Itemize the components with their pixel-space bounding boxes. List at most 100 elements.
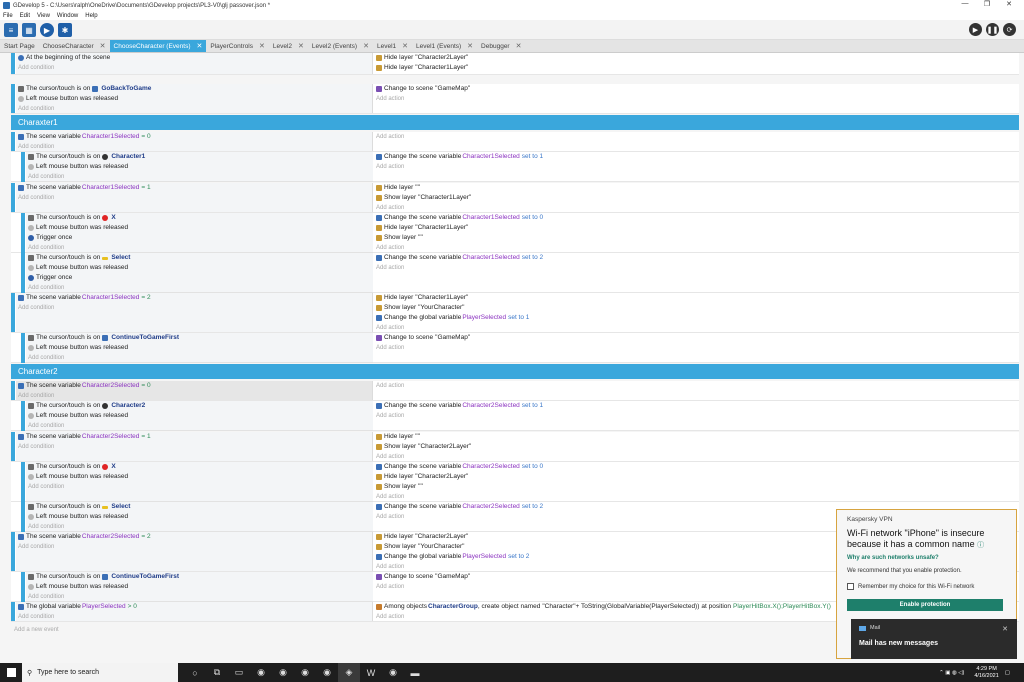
maximize-button[interactable]: ❐ xyxy=(976,0,998,8)
tab-start-page[interactable]: Start Page xyxy=(0,40,39,52)
event-row[interactable]: The scene variable Character2Selected = 1 … xyxy=(11,432,1019,462)
condition[interactable]: Left mouse button was released xyxy=(26,162,373,172)
scene-editor-icon[interactable]: ▦ xyxy=(22,23,36,37)
sub-event-row[interactable]: The cursor/touch is on X Left mouse butto… xyxy=(11,462,1019,502)
tab-playercontrols[interactable]: PlayerControls ✕ xyxy=(206,40,269,52)
event-row[interactable]: The scene variable Character1Selected = 1 … xyxy=(11,183,1019,213)
condition[interactable]: Trigger once xyxy=(26,233,373,243)
close-icon[interactable]: ✕ xyxy=(100,42,106,50)
condition[interactable]: The global variable PlayerSelected > 0 xyxy=(16,602,372,612)
action[interactable]: Change the scene variable Character2Selec… xyxy=(374,462,1019,472)
add-condition[interactable]: Add condition xyxy=(16,542,372,552)
condition[interactable]: The cursor/touch is on ContinueToGameFirs… xyxy=(26,333,373,343)
cortana-icon[interactable]: ○ xyxy=(184,663,206,682)
action[interactable]: Change to scene "GameMap" xyxy=(374,84,1019,94)
add-action[interactable]: Add action xyxy=(374,343,1019,353)
sub-event-row[interactable]: The cursor/touch is on ContinueToGameFirs… xyxy=(11,333,1019,363)
action[interactable]: Change the global variable PlayerSelected… xyxy=(374,313,1019,323)
add-condition[interactable]: Add condition xyxy=(16,442,372,452)
add-action[interactable]: Add action xyxy=(374,132,1019,142)
hot-reload-icon[interactable]: ⟳ xyxy=(1003,23,1016,36)
condition[interactable]: Left mouse button was released xyxy=(26,263,373,273)
checkbox-box[interactable] xyxy=(847,583,854,590)
file-explorer-icon[interactable]: ▭ xyxy=(228,663,250,682)
condition[interactable]: The scene variable Character2Selected = 2 xyxy=(16,532,372,542)
action[interactable]: Change the scene variable Character1Selec… xyxy=(374,213,1019,223)
project-manager-icon[interactable]: ≡ xyxy=(4,23,18,37)
close-button[interactable]: ✕ xyxy=(998,0,1020,8)
action[interactable]: Hide layer "" xyxy=(374,432,1019,442)
menu-window[interactable]: Window xyxy=(57,13,78,19)
add-condition[interactable]: Add condition xyxy=(16,63,372,73)
add-condition[interactable]: Add condition xyxy=(26,522,373,532)
add-condition[interactable]: Add condition xyxy=(26,172,373,182)
condition[interactable]: Left mouse button was released xyxy=(26,411,373,421)
action[interactable]: Show layer "Character2Layer" xyxy=(374,442,1019,452)
sub-event-row[interactable]: The cursor/touch is on X Left mouse butto… xyxy=(11,213,1019,253)
condition[interactable]: The cursor/touch is on X xyxy=(26,462,373,472)
action[interactable]: Show layer "YourCharacter" xyxy=(374,303,1019,313)
minimize-button[interactable]: — xyxy=(954,0,976,8)
enable-protection-button[interactable]: Enable protection xyxy=(847,599,1003,611)
close-icon[interactable]: ✕ xyxy=(259,42,265,50)
terminal-icon[interactable]: ▬ xyxy=(404,663,426,682)
tab-level2-events[interactable]: Level2 (Events) ✕ xyxy=(308,40,373,52)
close-icon[interactable]: ✕ xyxy=(363,42,369,50)
condition[interactable]: Left mouse button was released xyxy=(26,343,373,353)
condition[interactable]: The scene variable Character1Selected = 2 xyxy=(16,293,372,303)
close-icon[interactable]: ✕ xyxy=(467,42,473,50)
tab-level1-events[interactable]: Level1 (Events) ✕ xyxy=(412,40,477,52)
condition[interactable]: Trigger once xyxy=(26,273,373,283)
close-icon[interactable]: ✕ xyxy=(298,42,304,50)
condition[interactable]: Left mouse button was released xyxy=(26,223,373,233)
word-icon[interactable]: W xyxy=(360,663,382,682)
add-action[interactable]: Add action xyxy=(374,323,1019,333)
condition[interactable]: The cursor/touch is on Select xyxy=(26,253,373,263)
action[interactable]: Change the scene variable Character2Selec… xyxy=(374,401,1019,411)
add-action[interactable]: Add action xyxy=(374,162,1019,172)
action[interactable]: Change the scene variable Character1Selec… xyxy=(374,152,1019,162)
tray-icons[interactable]: ⌃ ▣ ◍ ◁) xyxy=(939,670,964,676)
event-row[interactable]: The scene variable Character1Selected = 0 … xyxy=(11,132,1019,152)
add-action[interactable]: Add action xyxy=(374,452,1019,462)
action[interactable]: Hide layer "Character1Layer" xyxy=(374,293,1019,303)
sub-event-row[interactable]: The cursor/touch is on Select Left mouse … xyxy=(11,253,1019,293)
add-condition[interactable]: Add condition xyxy=(26,421,373,431)
start-button[interactable] xyxy=(0,663,22,682)
preview-play-icon[interactable]: ▶ xyxy=(40,23,54,37)
tab-level1[interactable]: Level1 ✕ xyxy=(373,40,412,52)
action[interactable]: Hide layer "Character1Layer" xyxy=(374,63,1019,73)
action[interactable]: Show layer "Character1Layer" xyxy=(374,193,1019,203)
condition[interactable]: The scene variable Character1Selected = 1 xyxy=(16,183,372,193)
pause-icon[interactable]: ❚❚ xyxy=(986,23,999,36)
tab-choosecharacter[interactable]: ChooseCharacter ✕ xyxy=(39,40,110,52)
remember-choice-checkbox[interactable]: Remember my choice for this Wi-Fi networ… xyxy=(847,583,1006,590)
condition[interactable]: The cursor/touch is on X xyxy=(26,213,373,223)
tab-choosecharacter-events[interactable]: ChooseCharacter (Events) ✕ xyxy=(109,40,207,52)
clock[interactable]: 4:29 PM 4/16/2021 xyxy=(974,666,998,680)
add-action[interactable]: Add action xyxy=(374,381,1019,391)
condition[interactable]: The scene variable Character2Selected = 0 xyxy=(16,381,372,391)
add-condition[interactable]: Add condition xyxy=(16,104,372,114)
add-condition[interactable]: Add condition xyxy=(16,303,372,313)
menu-file[interactable]: File xyxy=(3,13,13,19)
action[interactable]: Show layer "" xyxy=(374,482,1019,492)
add-condition[interactable]: Add condition xyxy=(26,243,373,253)
action[interactable]: Change to scene "GameMap" xyxy=(374,333,1019,343)
add-condition[interactable]: Add condition xyxy=(16,612,372,622)
group-header[interactable]: Charaxter1 xyxy=(11,115,1019,130)
group-header[interactable]: Character2 xyxy=(11,364,1019,379)
play-icon[interactable]: ▶ xyxy=(969,23,982,36)
add-action[interactable]: Add action xyxy=(374,94,1019,104)
sub-event-row[interactable]: The cursor/touch is on Character1 Left mo… xyxy=(11,152,1019,182)
close-icon[interactable]: ✕ xyxy=(197,42,203,50)
action[interactable]: Show layer "" xyxy=(374,233,1019,243)
action[interactable]: Change the scene variable Character1Selec… xyxy=(374,253,1019,263)
condition[interactable]: The scene variable Character1Selected = 0 xyxy=(16,132,372,142)
condition[interactable]: Left mouse button was released xyxy=(16,94,372,104)
add-action[interactable]: Add action xyxy=(374,411,1019,421)
condition[interactable]: Left mouse button was released xyxy=(26,512,373,522)
add-condition[interactable]: Add condition xyxy=(26,353,373,363)
chrome-icon[interactable]: ◉ xyxy=(294,663,316,682)
condition[interactable]: The cursor/touch is on ContinueToGameFirs… xyxy=(26,572,373,582)
